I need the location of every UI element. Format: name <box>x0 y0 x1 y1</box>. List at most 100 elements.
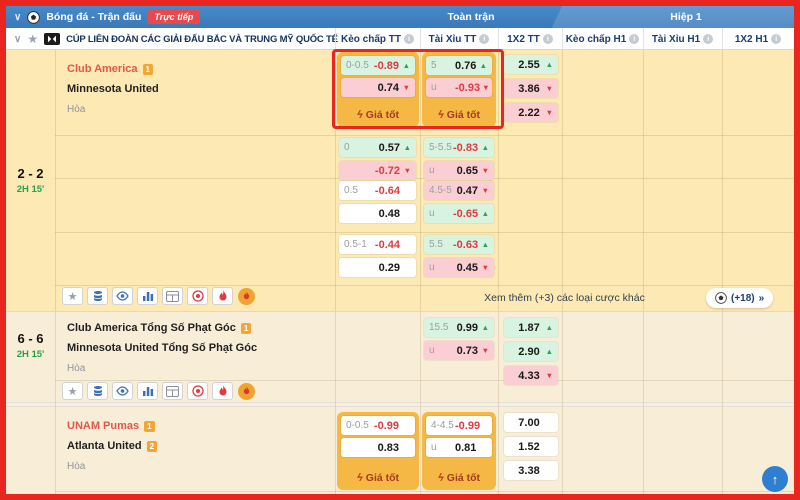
chart-icon[interactable] <box>137 287 158 305</box>
grid-icon[interactable] <box>162 287 183 305</box>
goal-badge: 1 <box>144 421 154 432</box>
trend-arrow-icon <box>402 167 411 175</box>
eye-icon[interactable] <box>112 287 133 305</box>
trend-arrow-icon <box>480 347 489 355</box>
away-team[interactable]: Minnesota United Tổng Số Phạt Góc <box>67 342 257 354</box>
odds-pill[interactable]: 0.29 <box>339 258 416 277</box>
hot-badge-icon[interactable] <box>237 287 255 305</box>
trend-arrow-icon <box>478 62 487 70</box>
stats-icon[interactable] <box>87 382 108 400</box>
odds-value: 2.90 <box>516 346 542 358</box>
away-team[interactable]: Atlanta United <box>67 440 142 452</box>
target-icon[interactable] <box>187 287 208 305</box>
info-icon[interactable]: i <box>543 34 553 44</box>
odds-pill[interactable]: 3.86 <box>504 79 558 98</box>
betting-app: ∨ Bóng đá - Trận đấu Trực tiếp Toàn trận… <box>0 0 800 500</box>
handicap-good-price-cell[interactable]: 0-0.5-0.99 0.83 ϟGiá tốt <box>337 412 419 490</box>
info-icon[interactable]: i <box>479 34 489 44</box>
back-to-top-button[interactable]: ↑ <box>762 466 788 492</box>
odds-value: 0.65 <box>457 165 478 177</box>
odds-pill[interactable]: 1.52 <box>504 437 558 456</box>
chevron-down-icon[interactable]: ∨ <box>14 34 21 45</box>
odds-pill[interactable]: 15.5 0.99 <box>424 318 494 337</box>
overunder-good-price-cell[interactable]: 4-4.5-0.99 u0.81 ϟGiá tốt <box>422 412 496 490</box>
odds-pill[interactable]: u0.73 <box>424 341 494 360</box>
match-time: 2H 15' <box>17 184 45 195</box>
grid-icon[interactable] <box>162 382 183 400</box>
odds-value: 3.86 <box>516 83 542 95</box>
odds-value: 0.74 <box>378 82 399 94</box>
odds-pill[interactable]: 0.5-0.64 <box>339 181 416 200</box>
flame-icon[interactable] <box>212 287 233 305</box>
odds-value: 0.99 <box>457 322 478 334</box>
home-team[interactable]: Club America Tổng Số Phạt Góc <box>67 322 236 334</box>
more-count: (+18) <box>731 293 755 304</box>
stats-icon[interactable] <box>87 287 108 305</box>
handicap-cell: 0.5-0.64 0.48 <box>335 178 420 226</box>
odds-pill[interactable]: 2.90 <box>504 342 558 361</box>
odds-pill[interactable]: 2.22 <box>504 103 558 122</box>
odds-value: -0.65 <box>453 208 478 220</box>
total-label: u <box>431 82 455 93</box>
odds-pill[interactable]: u-0.65 <box>424 204 494 223</box>
info-icon[interactable]: i <box>629 34 639 44</box>
odds-pill[interactable]: 0.5-1-0.44 <box>339 235 416 254</box>
odds-value: 0.45 <box>457 262 478 274</box>
odds-pill[interactable]: u0.81 <box>426 438 492 457</box>
more-bets-pill[interactable]: (+18) » <box>706 288 773 308</box>
info-icon[interactable]: i <box>703 34 713 44</box>
eye-icon[interactable] <box>112 382 133 400</box>
goal-badge: 1 <box>241 323 251 334</box>
hot-badge-icon[interactable] <box>237 382 255 400</box>
trend-arrow-icon <box>482 84 489 92</box>
flame-icon[interactable] <box>212 382 233 400</box>
odds-pill[interactable]: u0.45 <box>424 258 494 277</box>
odds-pill[interactable]: 7.00 <box>504 413 558 432</box>
odds-pill[interactable]: 1.87 <box>504 318 558 337</box>
handicap-good-price-cell[interactable]: 0-0.5-0.89 0.74 ϟGiá tốt <box>337 52 419 127</box>
info-icon[interactable]: i <box>404 34 414 44</box>
trend-arrow-icon <box>544 348 553 356</box>
odds-pill[interactable]: 4.5-50.47 <box>424 181 494 200</box>
away-team[interactable]: Minnesota United <box>67 83 159 95</box>
odds-pill[interactable]: 4.33 <box>504 366 558 385</box>
col-header-overunder-ft: Tài Xỉu TTi <box>420 28 498 50</box>
double-chevron-icon: » <box>759 293 765 304</box>
odds-pill[interactable]: 2.55 <box>504 55 558 74</box>
match-tools: ★ <box>62 382 255 400</box>
teams-cell: Club America Tổng Số Phạt Góc 1 Minnesota… <box>67 318 257 378</box>
favorite-star-icon[interactable]: ★ <box>62 287 83 305</box>
target-icon[interactable] <box>187 382 208 400</box>
odds-pill[interactable]: 0.83 <box>341 438 415 457</box>
1x2-cell: 7.00 1.52 3.38 <box>500 410 562 483</box>
info-icon[interactable]: i <box>771 34 781 44</box>
odds-pill[interactable]: 5-5.5-0.83 <box>424 138 494 157</box>
match-tools: ★ <box>62 287 255 305</box>
total-label: 4.5-5 <box>429 185 453 196</box>
odds-pill[interactable]: 5.5-0.63 <box>424 235 494 254</box>
odds-pill[interactable]: 0-0.5-0.89 <box>341 56 415 75</box>
odds-pill[interactable]: 3.38 <box>504 461 558 480</box>
chevron-down-icon[interactable]: ∨ <box>14 12 21 23</box>
odds-pill[interactable]: 0.74 <box>341 78 415 97</box>
total-label: 5-5.5 <box>429 142 453 153</box>
draw-label: Hòa <box>67 99 159 119</box>
odds-pill[interactable]: 50.76 <box>426 56 492 75</box>
lightning-icon: ϟ <box>357 472 363 484</box>
handicap-label: 0.5-1 <box>344 239 368 250</box>
odds-pill[interactable]: 0.48 <box>339 204 416 223</box>
total-label: 15.5 <box>429 322 453 333</box>
odds-pill[interactable]: u-0.93 <box>426 78 492 97</box>
chart-icon[interactable] <box>137 382 158 400</box>
overunder-good-price-cell[interactable]: 50.76 u-0.93 ϟGiá tốt <box>422 52 496 127</box>
odds-pill[interactable]: 0-0.5-0.99 <box>341 416 415 435</box>
draw-label: Hòa <box>67 358 257 378</box>
odds-pill[interactable]: 4-4.5-0.99 <box>426 416 492 435</box>
odds-value: 0.73 <box>457 345 478 357</box>
home-team[interactable]: UNAM Pumas <box>67 420 139 432</box>
home-team[interactable]: Club America <box>67 63 138 75</box>
star-icon[interactable]: ★ <box>27 33 38 45</box>
trend-arrow-icon <box>544 85 553 93</box>
favorite-star-icon[interactable]: ★ <box>62 382 83 400</box>
odds-pill[interactable]: 00.57 <box>339 138 416 157</box>
